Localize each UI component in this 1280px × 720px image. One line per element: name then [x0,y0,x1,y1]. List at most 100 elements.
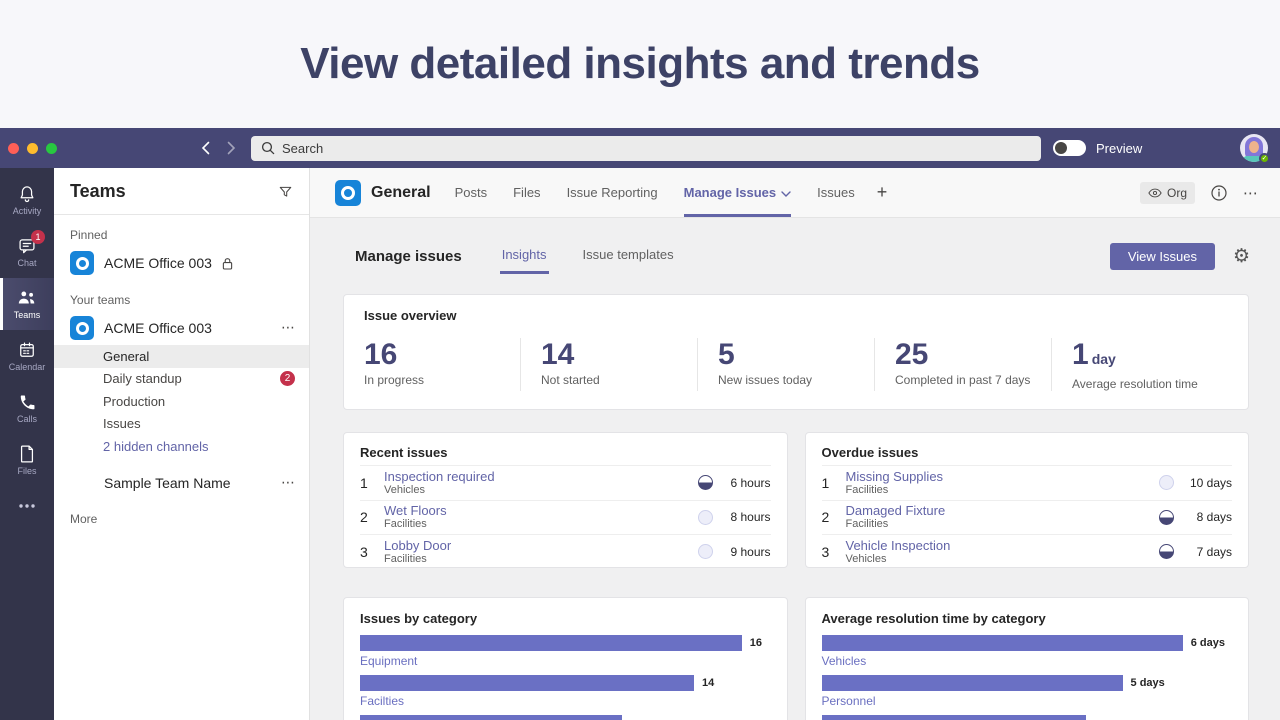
channel-issues[interactable]: Issues [54,413,309,436]
history-nav [197,140,239,156]
your-teams-section-label: Your teams [70,293,131,307]
view-issues-button[interactable]: View Issues [1109,242,1215,270]
rail-item-teams[interactable]: Teams [0,278,54,330]
issue-row[interactable]: 2 Damaged Fixture Facilities 8 days [821,499,1232,535]
status-empty-icon [1159,475,1174,491]
issue-category: Facilities [845,483,889,496]
stat-completed: 25 Completed in past 7 days [874,338,1051,391]
org-badge[interactable]: Org [1139,181,1195,204]
team-name: Sample Team Name [104,474,231,491]
channel-general[interactable]: General [54,345,309,368]
issue-row[interactable]: 1 Inspection required Vehicles 6 hours [360,465,771,500]
issue-category: Vehicles [384,483,425,496]
stat-not-started: 14 Not started [520,338,697,391]
hidden-channels-link[interactable]: 2 hidden channels [54,435,309,458]
issue-link[interactable]: Missing Supplies [846,469,1160,484]
tab-manage-issues[interactable]: Manage Issues [683,168,792,217]
rail-item-files[interactable]: Files [0,434,54,486]
issue-row[interactable]: 3 Vehicle Inspection Vehicles 7 days [821,534,1232,567]
info-icon[interactable] [1211,184,1227,201]
settings-gear-icon[interactable]: ⚙ [1233,246,1250,266]
issue-link[interactable]: Vehicle Inspection [846,538,1160,553]
chart-title: Average resolution time by category [821,611,1046,626]
close-window-button[interactable] [8,142,19,154]
bar-Equipment [360,635,742,651]
insights-content: Issue overview 16 In progress 14 Not sta… [310,294,1280,720]
pinned-team-row[interactable]: ACME Office 003 [54,246,309,280]
bell-icon [17,184,37,204]
presence-available-icon: ✓ [1259,153,1270,164]
pinned-team-name: ACME Office 003 [104,255,212,271]
file-icon [18,444,36,464]
channel-daily-standup[interactable]: Daily standup 2 [54,368,309,391]
team-options-icon[interactable]: ⋯ [281,320,295,336]
forward-button[interactable] [223,140,239,156]
banner-title: View detailed insights and trends [300,39,980,88]
marketing-banner: View detailed insights and trends [0,0,1280,128]
window-titlebar: Preview ✓ [0,128,1280,168]
bar-chart: 6 days Vehicles 5 days Personnel [821,635,1233,720]
team-row-acme[interactable]: ACME Office 003 ⋯ [54,311,309,345]
bar-Facilties [360,675,695,691]
user-avatar[interactable]: ✓ [1240,134,1270,164]
issue-row[interactable]: 2 Wet Floors Facilities 8 hours [360,499,771,535]
teams-sidebar: Teams Pinned ACME Office 003 Your teams … [54,168,310,720]
teams-app-window: Preview ✓ Activity Chat 1 [0,128,1280,720]
teams-icon [16,288,38,308]
toggle-knob [1055,142,1067,154]
main-area: General Posts Files Issue Reporting Mana… [310,168,1280,720]
more-options-icon[interactable]: ⋯ [1243,184,1258,202]
search-bar[interactable] [251,135,1041,161]
tab-posts[interactable]: Posts [455,168,488,217]
stat-avg-resolution: 1 day Average resolution time [1051,338,1228,391]
team-options-icon[interactable]: ⋯ [281,475,295,491]
filter-icon[interactable] [278,184,293,199]
search-input[interactable] [282,140,1031,156]
issue-row[interactable]: 1 Missing Supplies Facilities 10 days [821,465,1232,500]
issue-link[interactable]: Lobby Door [384,538,698,553]
tab-issues[interactable]: Issues [817,168,855,217]
issue-link[interactable]: Wet Floors [384,503,698,518]
bar-category-label: Personnel [821,694,876,708]
zoom-window-button[interactable] [46,142,57,154]
card-title: Recent issues [360,445,448,460]
sidebar-title: Teams [70,180,126,201]
toolbar-title: Manage issues [355,247,462,265]
issue-link[interactable]: Damaged Fixture [846,503,1160,518]
back-button[interactable] [197,140,213,156]
channel-app-icon [335,179,361,206]
issue-link[interactable]: Inspection required [384,469,698,484]
team-app-icon [70,251,94,275]
bar-value-label: 6 days [1190,637,1225,649]
tab-issue-templates[interactable]: Issue templates [581,239,676,274]
channel-production[interactable]: Production [54,390,309,413]
bar-Vehicles [821,635,1183,651]
rail-item-calendar[interactable]: Calendar [0,330,54,382]
add-tab-button[interactable]: + [877,182,888,203]
status-empty-icon [697,544,713,560]
tab-files[interactable]: Files [513,168,540,217]
bar-category-label: Vehicles [821,654,867,668]
issue-category: Facilities [845,518,889,531]
tab-issue-reporting[interactable]: Issue Reporting [567,168,658,217]
rail-item-chat[interactable]: Chat 1 [0,226,54,278]
channel-title: General [371,183,431,201]
preview-toggle[interactable] [1053,140,1086,156]
preview-toggle-group: Preview [1053,140,1142,156]
rail-item-activity[interactable]: Activity [0,174,54,226]
bar-value-label: 14 [702,677,715,689]
rail-item-calls[interactable]: Calls [0,382,54,434]
team-name: ACME Office 003 [104,320,212,336]
minimize-window-button[interactable] [27,142,38,154]
preview-label: Preview [1096,140,1143,156]
issue-overview-card: Issue overview 16 In progress 14 Not sta… [343,294,1249,410]
rail-more-apps-button[interactable] [0,486,54,526]
overdue-issues-card: Overdue issues 1 Missing Supplies Facili… [804,432,1249,568]
bar-category-label: Facilties [360,694,405,708]
team-row-sample[interactable]: Sample Team Name ⋯ [54,470,309,496]
sidebar-header: Teams [54,168,309,215]
sidebar-more-link[interactable]: More [54,496,309,526]
search-icon [261,141,275,155]
issue-row[interactable]: 3 Lobby Door Facilities 9 hours [360,534,771,567]
tab-insights[interactable]: Insights [499,239,549,274]
